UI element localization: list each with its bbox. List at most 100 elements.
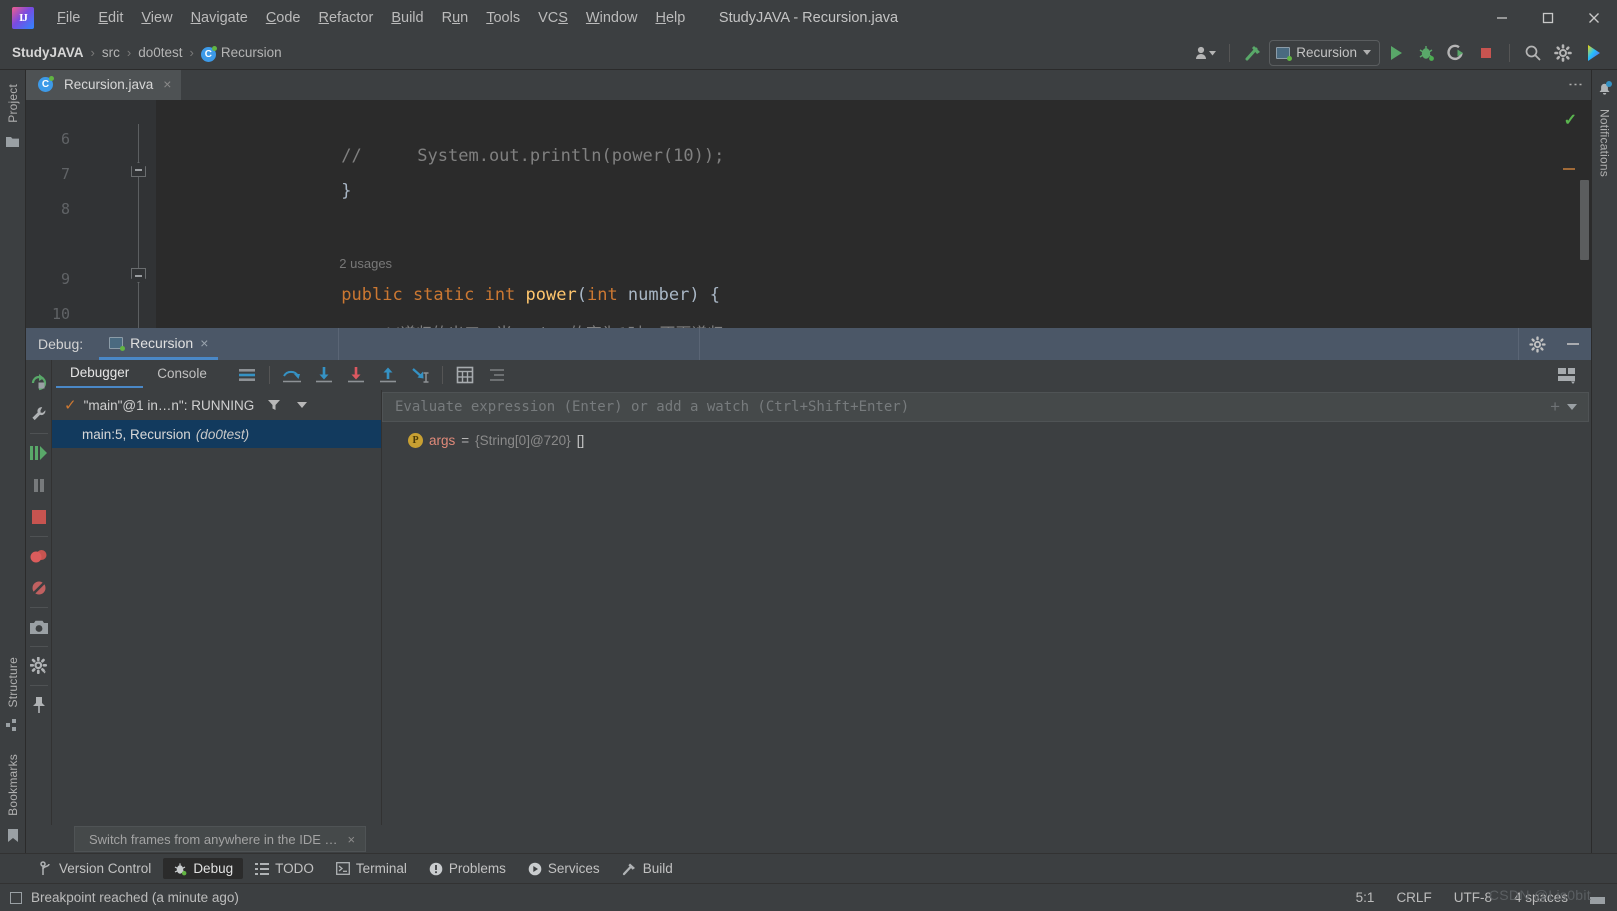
run-configuration-selector[interactable]: Recursion: [1269, 39, 1380, 66]
tab-debugger[interactable]: Debugger: [56, 362, 144, 388]
step-into-icon[interactable]: [308, 361, 340, 389]
run-to-cursor-icon[interactable]: [404, 361, 436, 389]
inspection-status-icon[interactable]: ✓: [1564, 110, 1577, 130]
file-encoding[interactable]: UTF-8: [1454, 890, 1492, 905]
chevron-down-icon[interactable]: [1566, 403, 1578, 411]
settings-gear-icon[interactable]: [1549, 40, 1577, 66]
menu-run[interactable]: Run: [433, 6, 478, 30]
debug-session-tab[interactable]: Recursion ×: [99, 328, 219, 360]
breadcrumb-separator: ›: [189, 45, 194, 60]
debug-settings-wrench-icon[interactable]: [26, 398, 52, 430]
view-breakpoints-icon[interactable]: [26, 540, 52, 572]
sidebar-item-notifications[interactable]: Notifications: [1598, 101, 1612, 185]
ide-assistant-icon[interactable]: [1579, 40, 1607, 66]
pause-program-icon[interactable]: [26, 469, 52, 501]
menu-navigate[interactable]: Navigate: [182, 6, 257, 30]
editor-scrollbar[interactable]: [1577, 100, 1591, 328]
hammer-build-icon[interactable]: [1239, 40, 1267, 66]
step-over-icon[interactable]: [276, 361, 308, 389]
close-icon[interactable]: ×: [348, 832, 356, 847]
add-watch-icon[interactable]: +: [1550, 397, 1560, 417]
close-icon[interactable]: ×: [200, 335, 208, 351]
menu-tools[interactable]: Tools: [477, 6, 529, 30]
frames-tip[interactable]: Switch frames from anywhere in the IDE ……: [74, 826, 367, 852]
menu-refactor[interactable]: Refactor: [310, 6, 383, 30]
overflow-menu-icon[interactable]: ⋮: [1567, 77, 1584, 93]
tab-console[interactable]: Console: [143, 363, 221, 387]
editor-scrollbar-thumb[interactable]: [1580, 180, 1589, 260]
search-icon[interactable]: [1519, 40, 1547, 66]
notifications-bell-icon[interactable]: [1596, 80, 1613, 97]
force-step-into-icon[interactable]: [340, 361, 372, 389]
menu-code[interactable]: Code: [257, 6, 310, 30]
rerun-icon[interactable]: [26, 366, 52, 398]
variable-row-args[interactable]: P args = {String[0]@720} []: [382, 428, 1591, 452]
tool-window-terminal[interactable]: Terminal: [326, 858, 417, 879]
status-indicators: 5:1 CRLF UTF-8 4 spaces: [1356, 890, 1617, 905]
close-button[interactable]: [1571, 0, 1617, 36]
breadcrumb-item-src[interactable]: src: [102, 45, 120, 60]
memory-indicator[interactable]: [1590, 891, 1605, 904]
warning-icon: [429, 862, 443, 876]
threads-and-variables-icon[interactable]: [481, 361, 513, 389]
chevron-down-icon[interactable]: [296, 401, 308, 409]
tool-window-todo[interactable]: TODO: [245, 858, 324, 879]
filter-funnel-icon[interactable]: [267, 398, 281, 412]
chevron-down-icon: [1363, 50, 1371, 55]
step-out-icon[interactable]: [372, 361, 404, 389]
settings-gear-icon[interactable]: [26, 650, 52, 682]
caret-position[interactable]: 5:1: [1356, 890, 1375, 905]
code-text[interactable]: // System.out.println(power(10)); } 2 us…: [156, 100, 1591, 328]
bookmarks-icon[interactable]: [7, 828, 19, 843]
menu-file[interactable]: File: [48, 6, 89, 30]
structure-icon[interactable]: [5, 719, 20, 732]
editor-area: C Recursion.java × ⋮ 6 7 8 9 10 // Syste…: [26, 70, 1591, 328]
menu-build[interactable]: Build: [382, 6, 432, 30]
resume-program-icon[interactable]: [26, 437, 52, 469]
line-separator[interactable]: CRLF: [1396, 890, 1431, 905]
evaluate-expression-input[interactable]: Evaluate expression (Enter) or add a wat…: [382, 392, 1589, 422]
tool-window-debug[interactable]: Debug: [163, 858, 244, 879]
pin-tab-icon[interactable]: [26, 689, 52, 721]
thread-selector[interactable]: ✓ "main"@1 in…n": RUNNING: [52, 390, 381, 420]
fold-marker-expand[interactable]: [131, 268, 146, 283]
evaluate-expression-icon[interactable]: [449, 361, 481, 389]
user-dropdown-icon[interactable]: [1192, 40, 1220, 66]
message-log-icon[interactable]: [10, 891, 22, 904]
run-with-coverage-icon[interactable]: [1442, 40, 1470, 66]
breadcrumb-item-package[interactable]: do0test: [138, 45, 182, 60]
breadcrumb-item-project[interactable]: StudyJAVA: [12, 45, 84, 60]
tool-window-problems[interactable]: Problems: [419, 858, 516, 879]
minimize-button[interactable]: [1479, 0, 1525, 36]
run-icon[interactable]: [1382, 40, 1410, 66]
menu-help[interactable]: Help: [646, 6, 694, 30]
mute-breakpoints-icon[interactable]: [26, 572, 52, 604]
debug-icon[interactable]: [1412, 40, 1440, 66]
java-class-icon: C: [200, 46, 217, 62]
camera-snapshot-icon[interactable]: [26, 611, 52, 643]
minimize-icon[interactable]: [1555, 328, 1591, 360]
menu-view[interactable]: View: [132, 6, 181, 30]
settings-gear-icon[interactable]: [1519, 328, 1555, 360]
close-icon[interactable]: ×: [163, 76, 171, 92]
maximize-button[interactable]: [1525, 0, 1571, 36]
indent-setting[interactable]: 4 spaces: [1514, 890, 1568, 905]
project-folder-icon[interactable]: [5, 135, 20, 148]
sidebar-item-bookmarks[interactable]: Bookmarks: [6, 746, 20, 824]
tool-window-services[interactable]: Services: [518, 858, 610, 879]
sidebar-item-project[interactable]: Project: [6, 76, 20, 131]
menu-window[interactable]: Window: [577, 6, 647, 30]
layout-settings-icon[interactable]: [1551, 361, 1583, 389]
fold-marker-collapse[interactable]: [131, 162, 146, 177]
tool-window-version-control[interactable]: Version Control: [30, 858, 161, 879]
menu-edit[interactable]: Edit: [89, 6, 132, 30]
show-execution-point-icon[interactable]: [231, 361, 263, 389]
stop-icon[interactable]: [26, 501, 52, 533]
sidebar-item-structure[interactable]: Structure: [6, 649, 20, 716]
tool-window-build[interactable]: Build: [612, 858, 683, 879]
stop-icon[interactable]: [1472, 40, 1500, 66]
frame-row[interactable]: main:5, Recursion (do0test): [52, 420, 381, 448]
menu-vcs[interactable]: VCS: [529, 6, 577, 30]
editor-tab-recursion-java[interactable]: C Recursion.java ×: [26, 70, 182, 100]
breadcrumb-item-class[interactable]: Recursion: [221, 45, 282, 60]
